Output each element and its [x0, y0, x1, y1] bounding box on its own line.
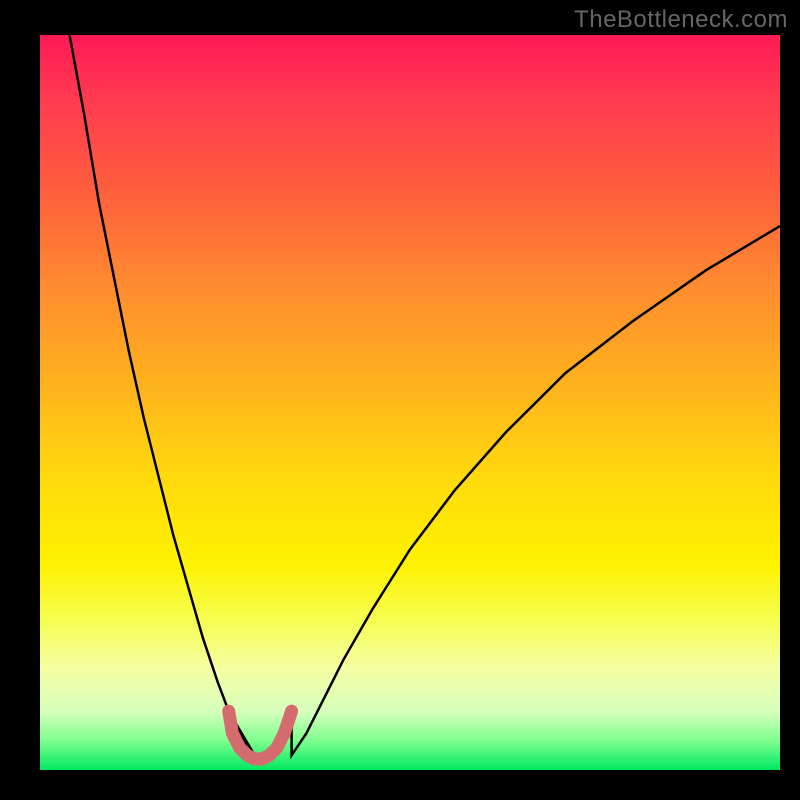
- bottleneck-curve: [70, 35, 780, 759]
- plot-area: [40, 35, 780, 770]
- marker-band: [229, 711, 292, 759]
- curve-svg: [40, 35, 780, 770]
- chart-frame: TheBottleneck.com: [0, 0, 800, 800]
- watermark-text: TheBottleneck.com: [574, 6, 788, 34]
